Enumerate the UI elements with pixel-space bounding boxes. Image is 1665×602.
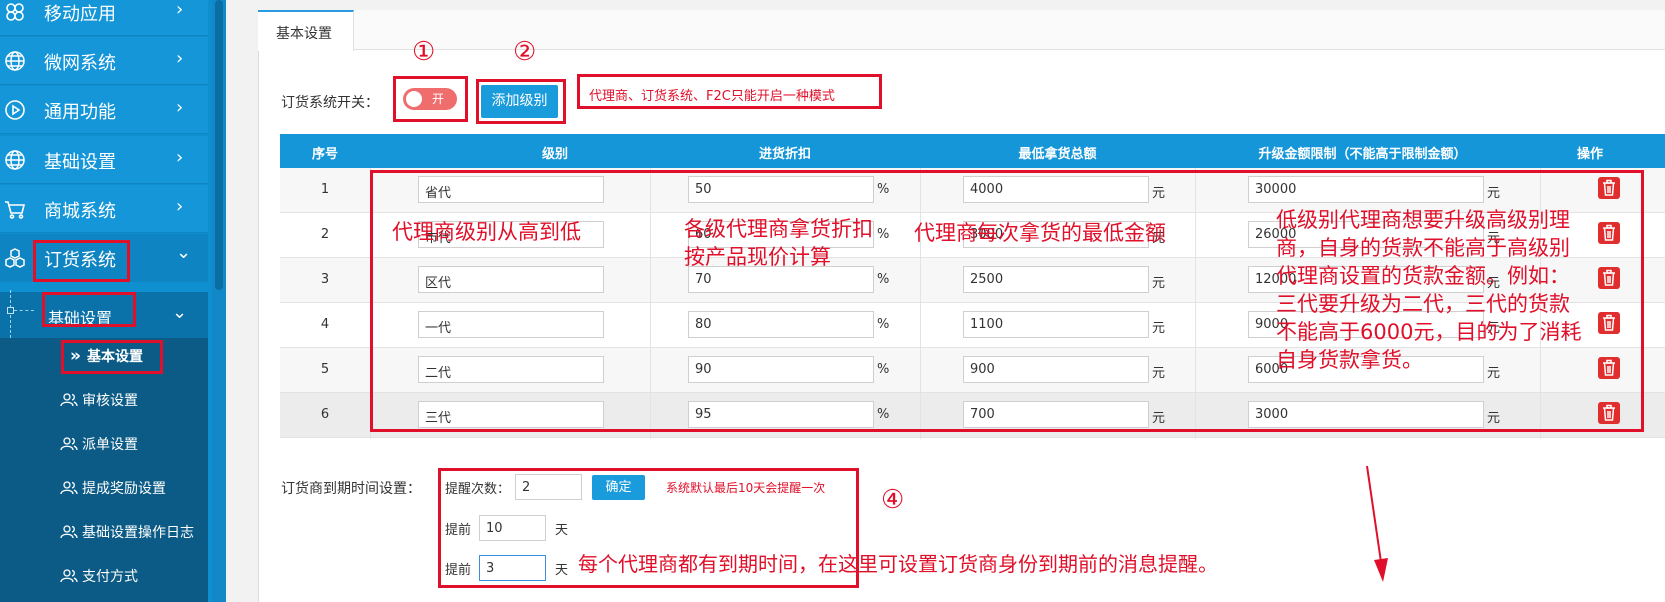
row-number: 3 xyxy=(320,272,330,287)
users-icon xyxy=(60,393,78,407)
sidebar-item-label: 基础设置 xyxy=(44,152,116,173)
submenu-label: 派单设置 xyxy=(82,437,138,453)
chevron-right-icon: › xyxy=(176,147,184,168)
sidebar-item-mall-system[interactable]: 商城系统 › xyxy=(0,185,208,233)
users-icon xyxy=(60,525,78,539)
sidebar-item-basic-settings[interactable]: 基础设置 › xyxy=(0,136,208,184)
mode-notice-text: 代理商、订货系统、F2C只能开启一种模式 xyxy=(589,89,835,104)
sidebar-item-micro-site[interactable]: 微网系统 › xyxy=(0,37,208,85)
annotation-arrow-icon xyxy=(1366,465,1388,582)
cart-icon xyxy=(5,201,26,219)
remind-count-label: 提醒次数： xyxy=(445,482,511,497)
sidebar-submenu-item-review[interactable]: 审核设置 xyxy=(60,390,138,410)
ordering-switch-label: 订货系统开关： xyxy=(281,95,379,111)
marker-4: ④ xyxy=(881,485,905,515)
sidebar-scrollbar[interactable] xyxy=(212,0,226,602)
marker-2: ② xyxy=(513,37,537,67)
confirm-button[interactable]: 确定 xyxy=(592,475,645,500)
annotation-upgrade: 低级别代理商想要升级高级别理商，自身的货款不能高于高级别代理商设置的货款金额。例… xyxy=(1276,208,1582,372)
cubes-icon xyxy=(5,248,25,268)
tab-bar xyxy=(258,10,1665,50)
default-reminder-note: 系统默认最后10天会提醒一次 xyxy=(666,481,826,495)
chevron-right-icon: › xyxy=(176,48,184,69)
submenu-label: 提成奖励设置 xyxy=(82,481,166,497)
advance-days-input-2[interactable]: 3 xyxy=(479,555,546,581)
chevron-right-icon: › xyxy=(176,97,184,118)
col-header-actions: 操作 xyxy=(1576,147,1603,162)
col-header-min-total: 最低拿货总额 xyxy=(1018,147,1097,162)
highlight-box xyxy=(61,340,163,374)
sidebar-submenu-item-commission[interactable]: 提成奖励设置 xyxy=(60,478,166,498)
sidebar-submenu-item-payment[interactable]: 支付方式 xyxy=(60,566,138,586)
row-number: 4 xyxy=(320,317,330,332)
highlight-box xyxy=(393,76,468,122)
col-header-no: 序号 xyxy=(311,147,338,162)
sidebar-item-label: 通用功能 xyxy=(44,102,116,123)
col-header-upgrade-limit: 升级金额限制（不能高于限制金额） xyxy=(1258,147,1467,162)
clover-icon xyxy=(6,3,24,21)
row-number: 1 xyxy=(320,182,330,197)
submenu-label: 支付方式 xyxy=(82,569,138,585)
play-circle-icon xyxy=(5,100,25,120)
advance-label: 提前 xyxy=(445,563,472,578)
highlight-box xyxy=(42,292,136,327)
remind-count-input[interactable]: 2 xyxy=(515,474,582,500)
chevron-down-icon: ⌄ xyxy=(176,242,192,263)
annotation-min-total: 代理商每次拿货的最低金额 xyxy=(914,221,1166,245)
highlight-box xyxy=(476,79,566,124)
expiry-setting-label: 订货商到期时间设置： xyxy=(281,481,421,497)
annotation-expiry: 每个代理商都有到期时间，在这里可设置订货商身份到期前的消息提醒。 xyxy=(578,552,1218,576)
sidebar-item-label: 微网系统 xyxy=(44,53,116,74)
app-root: 移动应用 › 微网系统 › 通用功能 › 基础设置 › 商城系统 › 订货系统 … xyxy=(0,0,1665,602)
globe-icon xyxy=(5,150,25,170)
tab-basic-settings[interactable]: 基本设置 xyxy=(258,10,354,51)
users-icon xyxy=(60,569,78,583)
marker-1: ① xyxy=(412,37,436,67)
day-unit: 天 xyxy=(555,523,569,538)
users-icon xyxy=(60,437,78,451)
submenu-label: 基础设置操作日志 xyxy=(82,525,194,541)
tree-connector xyxy=(10,290,11,338)
row-number: 2 xyxy=(320,227,330,242)
sidebar-item-label: 商城系统 xyxy=(44,201,116,222)
col-header-discount: 进货折扣 xyxy=(758,147,811,162)
sidebar-submenu-item-operation-log[interactable]: 基础设置操作日志 xyxy=(60,522,194,542)
advance-label: 提前 xyxy=(445,523,472,538)
row-number: 5 xyxy=(320,362,330,377)
row-number: 6 xyxy=(320,407,330,422)
annotation-levels: 代理商级别从高到低 xyxy=(392,220,581,244)
sidebar-item-common-functions[interactable]: 通用功能 › xyxy=(0,86,208,134)
highlight-box xyxy=(33,240,130,282)
sidebar-item-mobile-apps[interactable]: 移动应用 › xyxy=(0,0,208,36)
users-icon xyxy=(60,481,78,495)
scrollbar-thumb[interactable] xyxy=(215,0,223,290)
sidebar-submenu xyxy=(0,338,208,602)
advance-days-input-1[interactable]: 10 xyxy=(479,515,546,541)
submenu-label: 审核设置 xyxy=(82,393,138,409)
globe-icon xyxy=(5,51,25,71)
tree-node xyxy=(7,307,14,314)
chevron-right-icon: › xyxy=(176,196,184,217)
chevron-right-icon: › xyxy=(176,0,184,20)
chevron-down-icon: ⌄ xyxy=(172,302,188,323)
tree-connector xyxy=(14,310,34,311)
table-header: 序号 级别 进货折扣 最低拿货总额 升级金额限制（不能高于限制金额） 操作 xyxy=(280,134,1665,168)
tab-label: 基本设置 xyxy=(276,26,332,42)
day-unit: 天 xyxy=(555,563,569,578)
sidebar-submenu-item-dispatch[interactable]: 派单设置 xyxy=(60,434,138,454)
sidebar-item-label: 移动应用 xyxy=(44,4,116,25)
annotation-discount: 各级代理商拿货折扣按产品现价计算 xyxy=(684,217,873,269)
